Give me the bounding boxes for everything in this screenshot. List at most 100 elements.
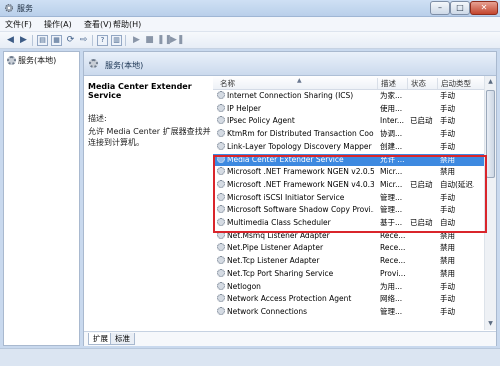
services-list[interactable]: 名称 ▲ 描述 状态 启动类型 Internet Connection Shari… [213,76,496,330]
scroll-down-icon[interactable]: ▼ [485,318,496,330]
description-text: 允许 Media Center 扩展器查找并连接到计算机。 [88,127,211,147]
table-row[interactable]: Net.Msmq Listener Adapter Rece... 禁用 [213,230,496,242]
service-name-cell: Microsoft .NET Framework NGEN v2.0.5... [217,166,374,178]
service-startup-cell: 手动 [440,91,455,100]
service-name-cell: Net.Tcp Listener Adapter [217,255,374,267]
service-name-cell: Network Access Protection Agent [217,293,374,305]
table-row[interactable]: Multimedia Class Scheduler 基于... 已启动 自动 [213,217,496,229]
table-row[interactable]: Microsoft iSCSI Initiator Service 管理... 手动 [213,192,496,204]
service-desc-cell: 管理... [380,205,403,215]
table-row[interactable]: Netlogon 为用... 手动 [213,281,496,293]
menu-action[interactable]: 操作(A) [44,19,72,30]
forward-arrow-icon[interactable]: ▶ [18,35,29,46]
menu-file[interactable]: 文件(F) [5,19,32,30]
table-row[interactable]: Network Connections 管理... 手动 [213,306,496,318]
export-list-icon[interactable]: ⇨ [78,35,89,46]
service-startup-cell: 禁用 [440,268,455,278]
pane-title: 服务(本地) [105,61,144,70]
column-header-desc[interactable]: 描述 [377,78,407,89]
tree-item-services-local[interactable]: 服务(本地) [7,55,56,66]
service-name-cell: Netlogon [217,281,374,293]
toolbar: ◀ ▶ ▤ ▦ ⟳ ⇨ ? ▥ ▶ ■ ❚❚ ▶❚ [0,32,500,49]
column-header-name[interactable]: 名称 ▲ [217,77,377,89]
services-app-icon [5,4,13,12]
table-row[interactable]: Internet Connection Sharing (ICS) 为家... 手动 [213,90,496,102]
scroll-thumb[interactable] [486,90,495,178]
table-row[interactable]: Network Access Protection Agent 网络... 手动 [213,293,496,305]
menu-view[interactable]: 查看(V) [84,19,112,30]
service-name-text: IPsec Policy Agent [227,116,295,126]
service-startup-cell: 手动 [440,116,455,126]
gear-icon [217,103,225,112]
gear-icon [217,281,225,290]
table-row[interactable]: KtmRm for Distributed Transaction Coor..… [213,128,496,140]
gear-icon [217,91,225,99]
service-name-text: Microsoft .NET Framework NGEN v4.0.3... [227,179,374,189]
service-name-text: IP Helper [227,103,261,113]
service-startup-cell: 自动(延迟... [440,179,474,189]
scroll-up-icon[interactable]: ▲ [485,76,496,88]
menu-help[interactable]: 帮助(H) [113,19,141,30]
console-tree-icon[interactable]: ▤ [37,35,48,46]
minimize-button[interactable]: – [430,1,450,15]
properties-icon[interactable]: ▦ [51,35,62,46]
vertical-scrollbar[interactable]: ▲ ▼ [484,76,496,330]
service-name-cell: Network Connections [217,306,374,318]
service-desc-cell: 为用... [380,281,403,291]
service-name-cell: Multimedia Class Scheduler [217,217,374,229]
sort-ascending-icon: ▲ [297,77,302,84]
table-row[interactable]: Net.Tcp Port Sharing Service Provi... 禁用 [213,268,496,280]
service-name-text: Network Access Protection Agent [227,294,352,304]
service-startup-cell: 手动 [440,103,455,113]
gear-icon [217,205,225,214]
service-name-cell: Microsoft .NET Framework NGEN v4.0.3... [217,179,374,191]
column-header-startup[interactable]: 启动类型 [437,78,483,89]
window-title: 服务 [17,4,33,13]
help-icon[interactable]: ? [97,35,108,46]
table-row[interactable]: Microsoft .NET Framework NGEN v4.0.3... M… [213,179,496,191]
description-label: 描述: [88,114,107,123]
service-startup-cell: 手动 [440,281,455,291]
service-name-cell: Media Center Extender Service [217,154,374,166]
play-icon[interactable]: ▶ [131,35,142,46]
service-name-cell: Microsoft Software Shadow Copy Provi... [217,204,374,216]
service-startup-cell: 手动 [440,192,455,202]
service-description-panel: Media Center Extender Service 描述: 允许 Med… [88,82,212,148]
selected-service-name: Media Center Extender Service [88,82,192,100]
gear-icon [217,230,225,239]
service-name-text: Net.Msmq Listener Adapter [227,230,330,240]
service-name-text: Microsoft iSCSI Initiator Service [227,192,345,202]
service-name-text: Multimedia Class Scheduler [227,218,331,227]
service-startup-cell: 禁用 [440,243,455,253]
service-name-cell: KtmRm for Distributed Transaction Coor..… [217,128,374,140]
tree-item-label: 服务(本地) [18,56,57,65]
table-row[interactable]: IP Helper 使用... 手动 [213,103,496,115]
maximize-button[interactable]: □ [450,1,470,15]
service-name-text: Media Center Extender Service [227,154,344,164]
table-row[interactable]: Media Center Extender Service 允许 ... 禁用 [213,153,496,166]
table-row[interactable]: Microsoft Software Shadow Copy Provi... 管… [213,204,496,216]
service-desc-cell: 创建... [380,141,403,151]
table-row[interactable]: Link-Layer Topology Discovery Mapper 创建..… [213,141,496,153]
restart-icon[interactable]: ▶❚ [170,35,184,46]
show-hide-icon[interactable]: ▥ [111,35,122,46]
console-tree: 服务(本地) [3,51,80,346]
service-desc-cell: Rece... [380,256,406,266]
gear-icon [217,243,225,252]
back-arrow-icon[interactable]: ◀ [5,35,16,46]
table-row[interactable]: Net.Tcp Listener Adapter Rece... 禁用 [213,255,496,267]
table-row[interactable]: Net.Pipe Listener Adapter Rece... 禁用 [213,242,496,254]
gear-icon [217,294,225,303]
close-button[interactable]: ✕ [470,1,498,15]
pause-icon[interactable]: ❚❚ [157,35,172,46]
table-row[interactable]: IPsec Policy Agent Inter... 已启动 手动 [213,115,496,127]
gear-icon [217,218,225,226]
stop-icon[interactable]: ■ [144,35,155,46]
table-row[interactable]: Microsoft .NET Framework NGEN v2.0.5... M… [213,166,496,178]
column-header-status[interactable]: 状态 [407,78,437,89]
service-desc-cell: Micr... [380,167,403,177]
refresh-icon[interactable]: ⟳ [65,35,76,46]
gear-icon [89,59,98,68]
tab-standard[interactable]: 标准 [110,333,135,345]
service-desc-cell: 管理... [380,306,403,316]
